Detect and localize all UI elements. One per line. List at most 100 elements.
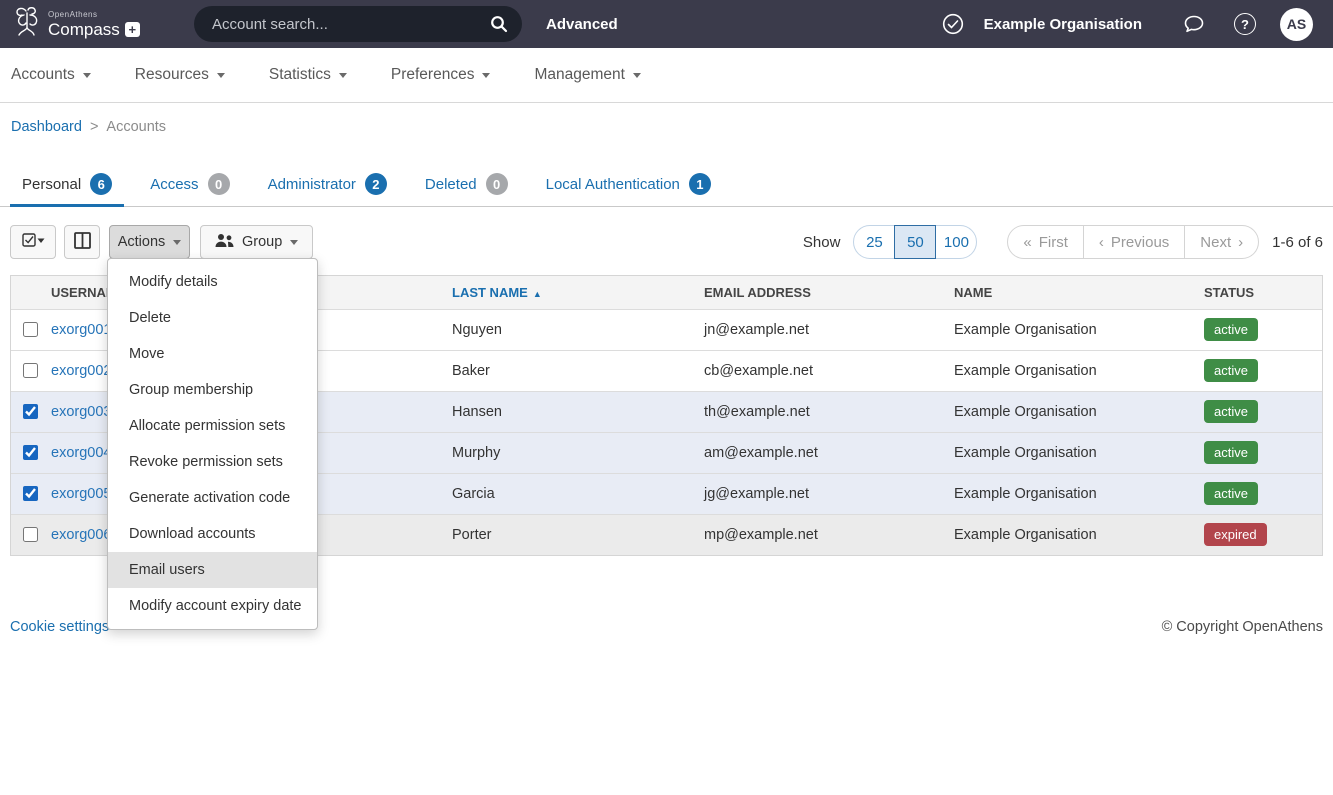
previous-page-button[interactable]: ‹ Previous xyxy=(1083,225,1185,259)
chevron-right-icon: › xyxy=(1238,234,1243,251)
group-dropdown-button[interactable]: Group xyxy=(200,225,313,259)
chevron-down-icon xyxy=(83,73,91,78)
menu-item-revoke-permission-sets[interactable]: Revoke permission sets xyxy=(108,444,317,480)
status-check-circle-icon[interactable] xyxy=(941,12,965,36)
tab-personal[interactable]: Personal 6 xyxy=(10,173,124,206)
status-badge: active xyxy=(1204,400,1258,423)
cookie-settings-link[interactable]: Cookie settings xyxy=(10,619,109,635)
tab-deleted[interactable]: Deleted 0 xyxy=(413,173,520,206)
status-badge: active xyxy=(1204,359,1258,382)
menu-item-download-accounts[interactable]: Download accounts xyxy=(108,516,317,552)
table-toolbar: Actions Group Show 25 50 100 « First xyxy=(10,225,1323,259)
status-badge: active xyxy=(1204,441,1258,464)
openathens-compass-logo[interactable]: OpenAthens Compass + xyxy=(12,4,192,45)
actions-dropdown-button[interactable]: Actions xyxy=(109,225,190,259)
status-badge: active xyxy=(1204,318,1258,341)
menu-item-move[interactable]: Move xyxy=(108,336,317,372)
username-link[interactable]: exorg006 xyxy=(51,527,111,543)
column-header-email[interactable]: EMAIL ADDRESS xyxy=(704,276,954,309)
chevron-down-icon xyxy=(339,73,347,78)
brand-compass: Compass xyxy=(48,21,120,38)
page-size-100-button[interactable]: 100 xyxy=(935,225,977,259)
tab-access-count-badge: 0 xyxy=(208,173,230,195)
caret-down-icon xyxy=(290,240,298,245)
chat-bubble-icon[interactable] xyxy=(1182,12,1206,36)
last-name-cell: Baker xyxy=(452,350,704,391)
account-search-box xyxy=(194,6,522,42)
chevron-down-icon xyxy=(633,73,641,78)
chevron-down-icon xyxy=(482,73,490,78)
username-link[interactable]: exorg001 xyxy=(51,322,111,338)
last-name-cell: Hansen xyxy=(452,391,704,432)
copyright-text: © Copyright OpenAthens xyxy=(1162,619,1323,635)
brand-openathens: OpenAthens xyxy=(48,11,140,19)
select-all-dropdown-button[interactable] xyxy=(10,225,56,259)
row-checkbox[interactable] xyxy=(23,363,38,378)
chevron-down-icon xyxy=(217,73,225,78)
row-checkbox[interactable] xyxy=(23,404,38,419)
double-chevron-left-icon: « xyxy=(1023,234,1031,251)
username-link[interactable]: exorg003 xyxy=(51,404,111,420)
main-nav: Accounts Resources Statistics Preference… xyxy=(0,48,1333,103)
search-icon[interactable] xyxy=(490,15,508,33)
menu-item-modify-account-expiry-date[interactable]: Modify account expiry date xyxy=(108,588,317,624)
menu-item-modify-details[interactable]: Modify details xyxy=(108,264,317,300)
breadcrumb-separator: > xyxy=(90,119,98,135)
account-search-input[interactable] xyxy=(212,16,490,33)
people-icon xyxy=(215,233,234,252)
next-page-button[interactable]: Next › xyxy=(1184,225,1259,259)
username-link[interactable]: exorg002 xyxy=(51,363,111,379)
sort-ascending-icon: ▲ xyxy=(533,289,542,299)
last-name-cell: Nguyen xyxy=(452,309,704,350)
first-page-button[interactable]: « First xyxy=(1007,225,1084,259)
page-size-50-button[interactable]: 50 xyxy=(894,225,936,259)
menu-item-email-users[interactable]: Email users xyxy=(108,552,317,588)
org-name-cell: Example Organisation xyxy=(954,391,1204,432)
column-header-status[interactable]: STATUS xyxy=(1204,276,1322,309)
nav-item-management[interactable]: Management xyxy=(534,66,640,84)
tab-local-authentication[interactable]: Local Authentication 1 xyxy=(534,173,723,206)
email-cell: jg@example.net xyxy=(704,473,954,514)
tab-personal-count-badge: 6 xyxy=(90,173,112,195)
page-size-group: 25 50 100 xyxy=(853,225,977,259)
column-header-last-name[interactable]: LAST NAME▲ xyxy=(452,276,704,309)
tab-administrator-count-badge: 2 xyxy=(365,173,387,195)
page-size-25-button[interactable]: 25 xyxy=(853,225,895,259)
result-range-label: 1-6 of 6 xyxy=(1272,234,1323,251)
column-header-name[interactable]: NAME xyxy=(954,276,1204,309)
row-checkbox[interactable] xyxy=(23,322,38,337)
email-cell: cb@example.net xyxy=(704,350,954,391)
status-badge: expired xyxy=(1204,523,1267,546)
username-link[interactable]: exorg004 xyxy=(51,445,111,461)
tab-access[interactable]: Access 0 xyxy=(138,173,241,206)
show-label: Show xyxy=(803,234,841,251)
advanced-search-link[interactable]: Advanced xyxy=(546,16,618,33)
help-icon[interactable]: ? xyxy=(1234,13,1256,35)
tab-administrator[interactable]: Administrator 2 xyxy=(256,173,399,206)
nav-item-accounts[interactable]: Accounts xyxy=(11,66,91,84)
nav-item-statistics[interactable]: Statistics xyxy=(269,66,347,84)
tab-deleted-count-badge: 0 xyxy=(486,173,508,195)
row-checkbox[interactable] xyxy=(23,445,38,460)
checkbox-caret-icon xyxy=(22,233,45,251)
top-bar: OpenAthens Compass + Advanced Example Or… xyxy=(0,0,1333,48)
row-checkbox[interactable] xyxy=(23,527,38,542)
menu-item-group-membership[interactable]: Group membership xyxy=(108,372,317,408)
last-name-cell: Garcia xyxy=(452,473,704,514)
nav-item-preferences[interactable]: Preferences xyxy=(391,66,491,84)
account-type-tabs: Personal 6 Access 0 Administrator 2 Dele… xyxy=(0,173,1333,207)
username-link[interactable]: exorg005 xyxy=(51,486,111,502)
org-name-cell: Example Organisation xyxy=(954,514,1204,555)
tab-local-authentication-count-badge: 1 xyxy=(689,173,711,195)
menu-item-generate-activation-code[interactable]: Generate activation code xyxy=(108,480,317,516)
columns-button[interactable] xyxy=(64,225,100,259)
status-badge: active xyxy=(1204,482,1258,505)
menu-item-allocate-permission-sets[interactable]: Allocate permission sets xyxy=(108,408,317,444)
row-checkbox[interactable] xyxy=(23,486,38,501)
pagination-group: « First ‹ Previous Next › xyxy=(1007,225,1259,259)
menu-item-delete[interactable]: Delete xyxy=(108,300,317,336)
user-avatar[interactable]: AS xyxy=(1280,8,1313,41)
breadcrumb-dashboard-link[interactable]: Dashboard xyxy=(11,119,82,135)
nav-item-resources[interactable]: Resources xyxy=(135,66,225,84)
header-checkbox-spacer xyxy=(11,276,51,309)
